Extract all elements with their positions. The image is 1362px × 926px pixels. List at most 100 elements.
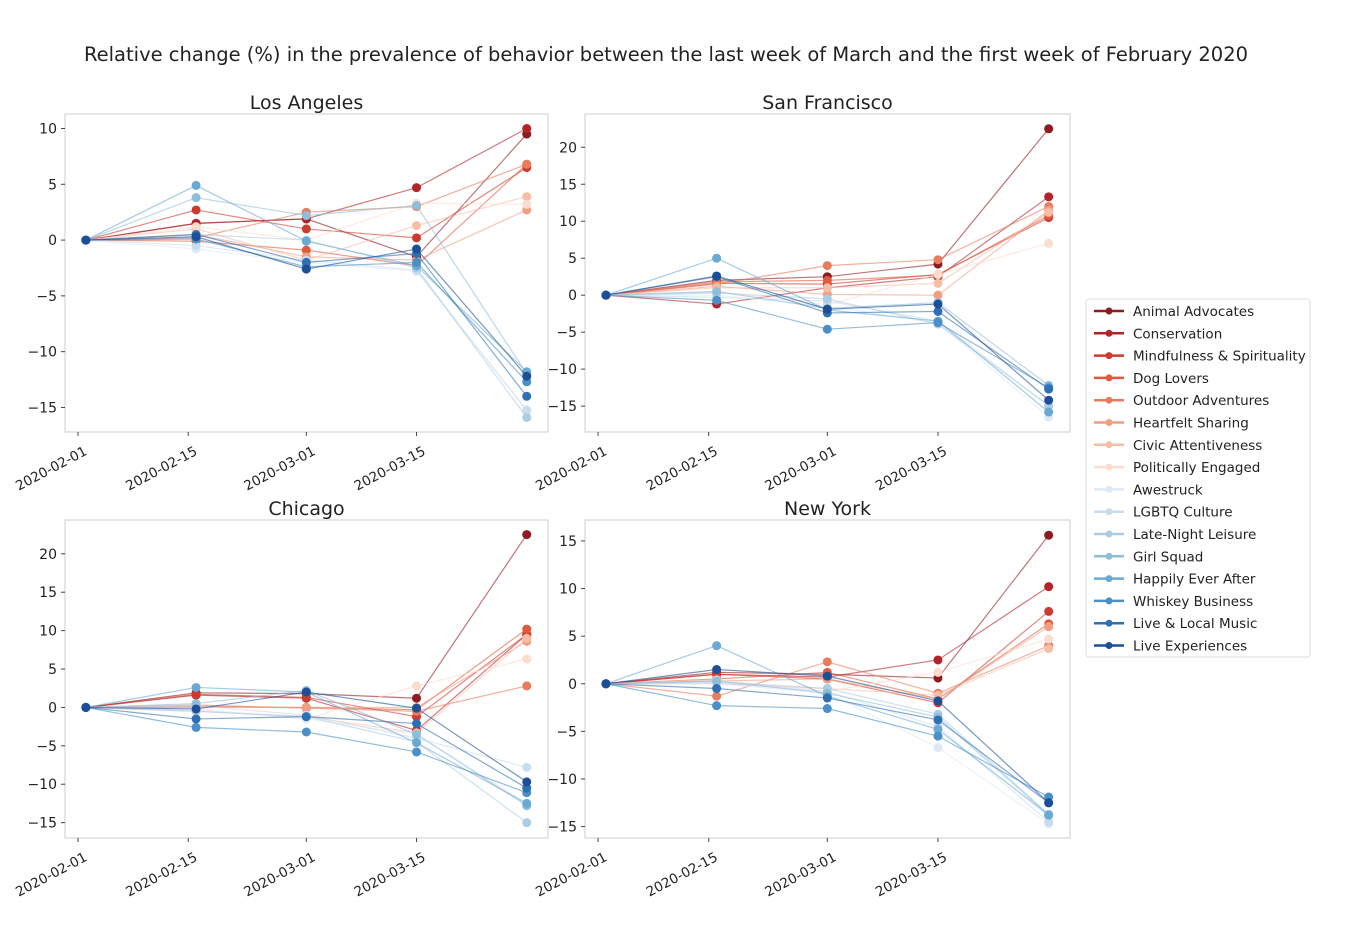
x-tick-label: 2020-02-15	[123, 443, 200, 494]
data-point	[522, 199, 532, 209]
data-point	[712, 286, 722, 296]
x-tick-label: 2020-03-01	[241, 443, 318, 494]
legend-label: Awestruck	[1133, 482, 1203, 498]
legend-marker	[1105, 329, 1113, 337]
y-tick-label: −5	[36, 739, 57, 755]
data-point	[822, 324, 832, 334]
y-tick-label: −15	[27, 816, 57, 832]
y-tick-label: 5	[48, 177, 57, 193]
legend-label: Girl Squad	[1133, 549, 1203, 565]
y-tick-label: −10	[547, 772, 577, 788]
data-point	[191, 180, 201, 190]
y-tick-label: −15	[547, 820, 577, 836]
data-point	[191, 205, 201, 215]
data-point	[822, 671, 832, 681]
y-tick-label: −10	[547, 362, 577, 378]
data-point	[822, 261, 832, 271]
legend-marker	[1105, 352, 1113, 360]
legend-label: Heartfelt Sharing	[1133, 416, 1249, 432]
legend-label: Whiskey Business	[1133, 594, 1253, 610]
legend-label: Dog Lovers	[1133, 371, 1209, 387]
data-point	[712, 641, 722, 651]
data-point	[1044, 606, 1054, 616]
x-tick-label: 2020-03-15	[873, 849, 950, 900]
data-point	[522, 681, 532, 691]
data-point	[933, 715, 943, 725]
data-point	[1044, 810, 1054, 820]
legend: Animal Advocates Conservation Mindfulness …	[1085, 298, 1311, 658]
data-point	[301, 211, 311, 221]
x-tick-label: 2020-03-01	[762, 849, 839, 900]
data-point	[301, 264, 311, 274]
data-point	[1044, 644, 1054, 654]
data-point	[412, 681, 422, 691]
data-point	[412, 693, 422, 703]
data-point	[1044, 192, 1054, 202]
data-point	[522, 818, 532, 828]
data-point	[933, 731, 943, 741]
y-tick-label: 0	[568, 677, 577, 693]
figure: Relative change (%) in the prevalence of…	[13, 43, 1311, 900]
data-point	[81, 235, 91, 245]
data-point	[522, 798, 532, 808]
data-point	[191, 232, 201, 242]
subplot-title: Los Angeles	[250, 92, 363, 114]
y-tick-label: −5	[36, 289, 57, 305]
legend-label: Conservation	[1133, 326, 1222, 342]
y-tick-label: 0	[568, 288, 577, 304]
data-point	[301, 224, 311, 234]
y-tick-label: 20	[39, 547, 57, 563]
data-point	[412, 244, 422, 254]
data-point	[412, 200, 422, 210]
subplot-title: San Francisco	[762, 92, 893, 114]
chart-title: Relative change (%) in the prevalence of…	[84, 43, 1248, 66]
subplot-new-york: New York 15 10 5 0 −5 −10 −15 2020-02-01 2020-02-…	[533, 498, 1071, 900]
legend-marker	[1105, 307, 1113, 315]
legend-label: Outdoor Adventures	[1133, 393, 1269, 409]
subplot-title: New York	[784, 498, 871, 520]
data-point	[933, 655, 943, 665]
y-tick-label: 0	[48, 700, 57, 716]
data-point	[1044, 384, 1054, 394]
data-point	[301, 712, 311, 722]
x-tick-label: 2020-02-15	[644, 849, 721, 900]
y-tick-label: 10	[39, 122, 57, 138]
subplot-title: Chicago	[268, 498, 344, 520]
x-tick-label: 2020-03-01	[762, 443, 839, 494]
x-tick-label: 2020-03-15	[352, 849, 429, 900]
data-point	[933, 278, 943, 288]
data-point	[822, 657, 832, 667]
legend-label: Mindfulness & Spirituality	[1133, 349, 1306, 365]
legend-label: Live & Local Music	[1133, 616, 1257, 632]
y-tick-label: 5	[568, 629, 577, 645]
data-point	[301, 702, 311, 712]
data-point	[933, 269, 943, 279]
data-point	[822, 294, 832, 304]
y-tick-label: −15	[547, 399, 577, 415]
data-point	[1044, 582, 1054, 592]
data-point	[933, 696, 943, 706]
data-point	[412, 221, 422, 231]
data-point	[301, 727, 311, 737]
data-point	[412, 729, 422, 739]
x-tick-label: 2020-02-01	[13, 443, 90, 494]
data-point	[191, 193, 201, 203]
legend-marker	[1105, 530, 1113, 538]
data-point	[1044, 407, 1054, 417]
data-point	[522, 124, 532, 134]
data-point	[822, 693, 832, 703]
data-point	[191, 714, 201, 724]
data-point	[712, 295, 722, 305]
data-point	[1044, 622, 1054, 632]
x-tick-label: 2020-02-15	[644, 443, 721, 494]
y-tick-label: 5	[568, 251, 577, 267]
legend-marker	[1105, 396, 1113, 404]
x-tick-label: 2020-02-15	[123, 849, 200, 900]
data-point	[191, 704, 201, 714]
legend-label: Politically Engaged	[1133, 460, 1260, 476]
data-point	[412, 719, 422, 729]
legend-marker	[1105, 508, 1113, 516]
data-point	[822, 704, 832, 714]
y-tick-label: 10	[559, 582, 577, 598]
data-point	[1044, 124, 1054, 134]
